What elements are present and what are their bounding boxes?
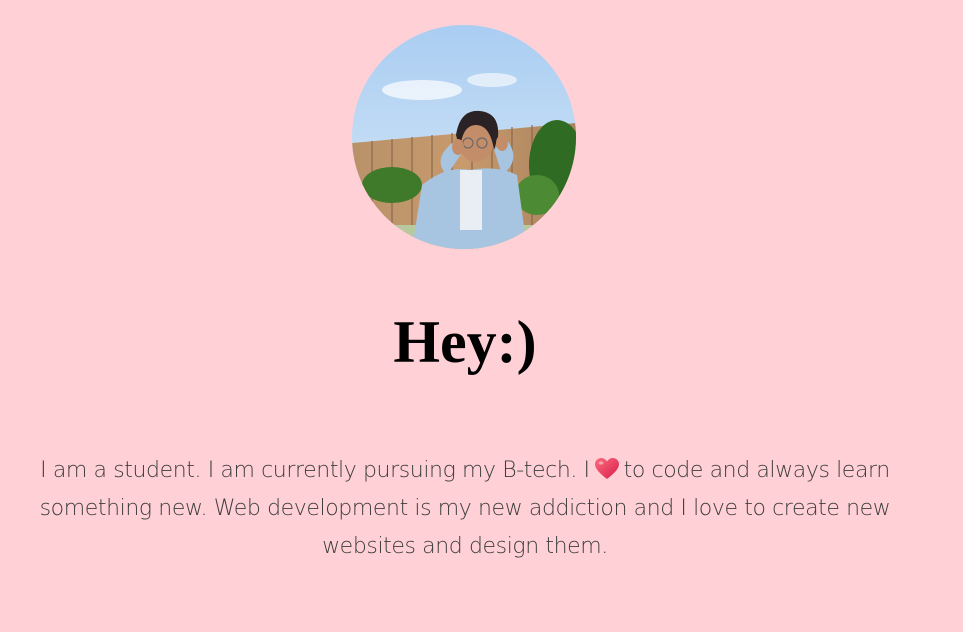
intro-text-part1: I am a student. I am currently pursuing … <box>40 458 590 483</box>
profile-photo <box>352 25 576 249</box>
heart-icon <box>594 456 620 480</box>
page-title: Hey:) <box>393 309 537 375</box>
intro-paragraph: I am a student. I am currently pursuing … <box>20 452 910 566</box>
page: Hey:) I am a student. I am currently pur… <box>0 0 963 632</box>
